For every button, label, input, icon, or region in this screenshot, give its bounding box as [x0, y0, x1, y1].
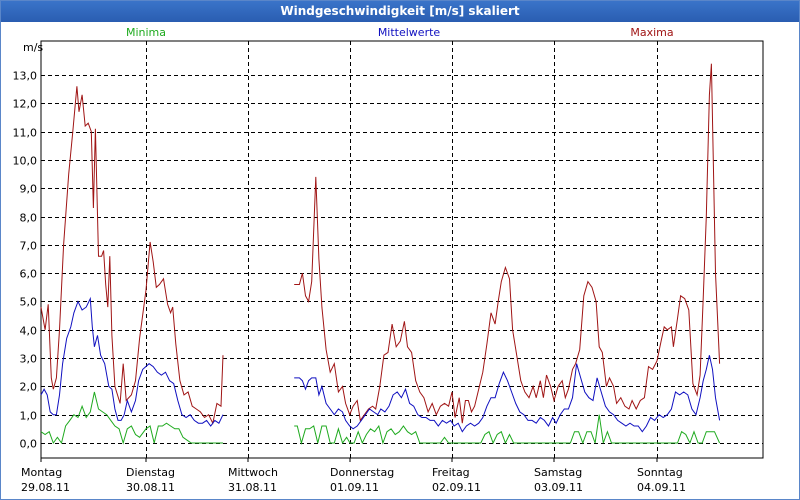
- y-tick-label: 11,0: [13, 127, 38, 140]
- x-tick-date: 29.08.11: [21, 481, 70, 494]
- y-tick-label: 0,0: [20, 438, 38, 451]
- y-tick-label: 1,0: [20, 410, 38, 423]
- legend-minima: Minima: [126, 26, 166, 39]
- x-tick-weekday: Freitag: [432, 466, 470, 479]
- x-tick-weekday: Sonntag: [637, 466, 683, 479]
- legend-mittelwerte: Mittelwerte: [378, 26, 441, 39]
- y-tick-label: 10,0: [13, 155, 38, 168]
- chart-plot: 0,0 1,0 2,0 3,0 4,0 5,0 6,0 7,0 8,0 9,0 10,0 11,0 12…: [13, 26, 764, 494]
- y-tick-label: 3,0: [20, 353, 38, 366]
- y-axis-unit: m/s: [23, 41, 43, 54]
- y-tick-label: 12,0: [13, 98, 38, 111]
- chart-window: Windgeschwindigkeit [m/s] skaliert 0,0 1,…: [0, 0, 800, 500]
- y-tick-label: 7,0: [20, 240, 38, 253]
- x-tick-weekday: Dienstag: [126, 466, 175, 479]
- x-tick-date: 04.09.11: [637, 481, 686, 494]
- y-tick-label: 4,0: [20, 325, 38, 338]
- y-tick-label: 8,0: [20, 212, 38, 225]
- x-tick-date: 01.09.11: [330, 481, 379, 494]
- x-tick-weekday: Mittwoch: [228, 466, 278, 479]
- x-tick-weekday: Donnerstag: [330, 466, 394, 479]
- y-tick-label: 5,0: [20, 296, 38, 309]
- x-tick-date: 30.08.11: [126, 481, 175, 494]
- x-tick-date: 02.09.11: [432, 481, 481, 494]
- y-tick-label: 13,0: [13, 70, 38, 83]
- x-tick-weekday: Samstag: [534, 466, 582, 479]
- legend-maxima: Maxima: [630, 26, 673, 39]
- x-tick-date: 31.08.11: [228, 481, 277, 494]
- x-tick-date: 03.09.11: [534, 481, 583, 494]
- y-tick-label: 9,0: [20, 183, 38, 196]
- y-tick-label: 6,0: [20, 268, 38, 281]
- window-title: Windgeschwindigkeit [m/s] skaliert: [1, 1, 799, 22]
- x-tick-weekday: Montag: [21, 466, 62, 479]
- y-tick-label: 2,0: [20, 381, 38, 394]
